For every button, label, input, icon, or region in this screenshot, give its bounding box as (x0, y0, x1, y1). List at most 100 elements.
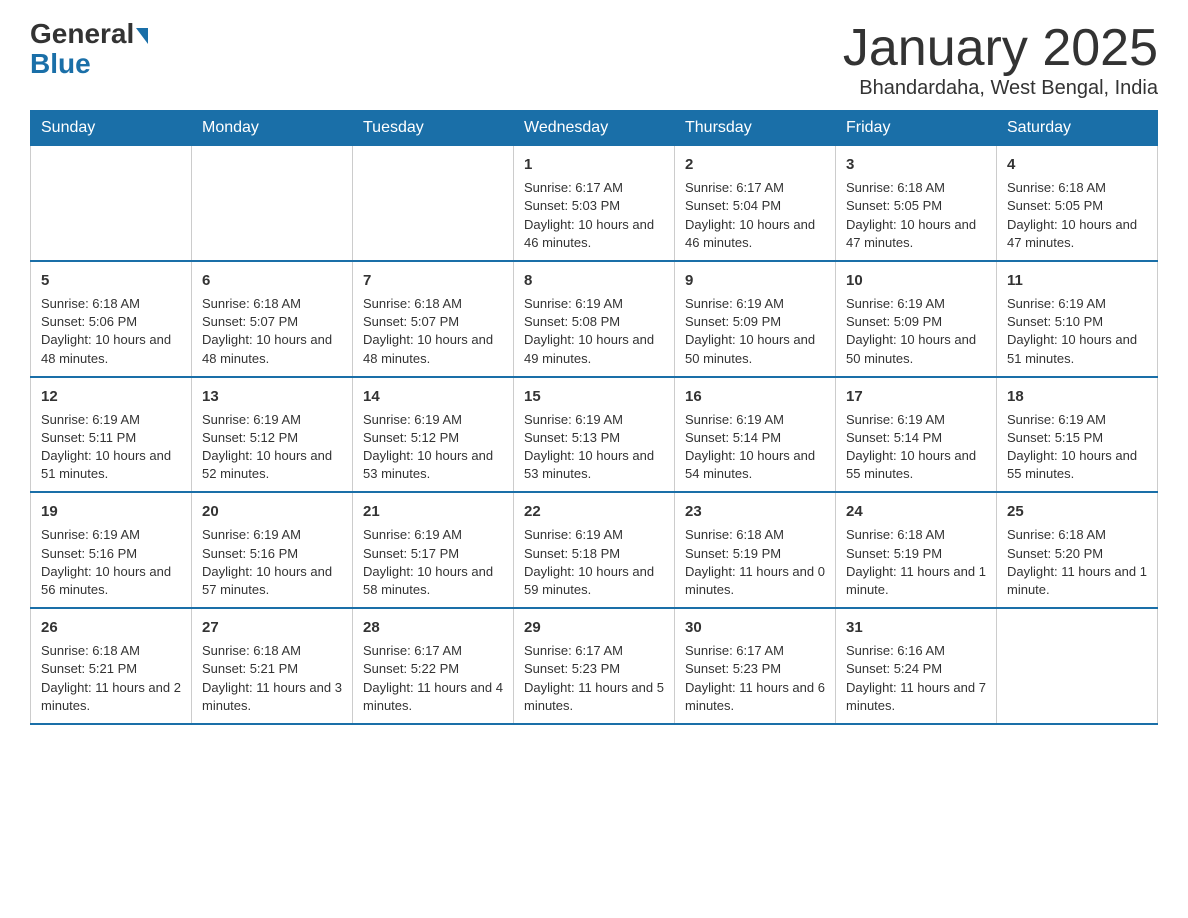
day-number: 20 (202, 501, 342, 522)
col-wednesday: Wednesday (514, 111, 675, 146)
day-number: 14 (363, 386, 503, 407)
day-info: Sunrise: 6:19 AMSunset: 5:14 PMDaylight:… (685, 411, 825, 484)
day-info: Sunrise: 6:19 AMSunset: 5:16 PMDaylight:… (41, 526, 181, 599)
table-row: 8Sunrise: 6:19 AMSunset: 5:08 PMDaylight… (514, 261, 675, 377)
title-section: January 2025 Bhandardaha, West Bengal, I… (843, 20, 1158, 100)
day-info: Sunrise: 6:19 AMSunset: 5:14 PMDaylight:… (846, 411, 986, 484)
table-row: 17 Sunrise: 6:19 AMSunset: 5:14 PMDayligh… (836, 377, 997, 493)
day-number: 26 (41, 617, 181, 638)
calendar-week-row: 19 Sunrise: 6:19 AMSunset: 5:16 PMDayligh… (31, 492, 1158, 608)
table-row: 11Sunrise: 6:19 AMSunset: 5:10 PMDayligh… (997, 261, 1158, 377)
day-number: 25 (1007, 501, 1147, 522)
day-number: 4 (1007, 154, 1147, 175)
day-info: Sunrise: 6:18 AMSunset: 5:20 PMDaylight:… (1007, 526, 1147, 599)
day-info: Sunrise: 6:17 AMSunset: 5:03 PMDaylight:… (524, 179, 664, 252)
table-row: 28 Sunrise: 6:17 AMSunset: 5:22 PMDayligh… (353, 608, 514, 724)
day-number: 13 (202, 386, 342, 407)
day-number: 5 (41, 270, 181, 291)
day-number: 11 (1007, 270, 1147, 291)
location: Bhandardaha, West Bengal, India (843, 77, 1158, 100)
logo-general: General (30, 20, 134, 48)
table-row (997, 608, 1158, 724)
day-number: 31 (846, 617, 986, 638)
day-info: Sunrise: 6:17 AMSunset: 5:22 PMDaylight:… (363, 642, 503, 715)
day-info: Sunrise: 6:19 AMSunset: 5:12 PMDaylight:… (363, 411, 503, 484)
table-row: 22 Sunrise: 6:19 AMSunset: 5:18 PMDayligh… (514, 492, 675, 608)
day-info: Sunrise: 6:18 AMSunset: 5:07 PMDaylight:… (363, 295, 503, 368)
day-number: 10 (846, 270, 986, 291)
day-number: 15 (524, 386, 664, 407)
logo-blue: Blue (30, 48, 91, 79)
page-header: General Blue January 2025 Bhandardaha, W… (30, 20, 1158, 100)
table-row: 16 Sunrise: 6:19 AMSunset: 5:14 PMDayligh… (675, 377, 836, 493)
table-row: 18 Sunrise: 6:19 AMSunset: 5:15 PMDayligh… (997, 377, 1158, 493)
table-row (353, 146, 514, 261)
day-number: 29 (524, 617, 664, 638)
day-number: 6 (202, 270, 342, 291)
day-info: Sunrise: 6:19 AMSunset: 5:16 PMDaylight:… (202, 526, 342, 599)
table-row: 24 Sunrise: 6:18 AMSunset: 5:19 PMDayligh… (836, 492, 997, 608)
day-info: Sunrise: 6:19 AMSunset: 5:09 PMDaylight:… (846, 295, 986, 368)
calendar-header-row: Sunday Monday Tuesday Wednesday Thursday… (31, 111, 1158, 146)
day-info: Sunrise: 6:19 AMSunset: 5:11 PMDaylight:… (41, 411, 181, 484)
col-friday: Friday (836, 111, 997, 146)
table-row: 29 Sunrise: 6:17 AMSunset: 5:23 PMDayligh… (514, 608, 675, 724)
day-info: Sunrise: 6:16 AMSunset: 5:24 PMDaylight:… (846, 642, 986, 715)
col-tuesday: Tuesday (353, 111, 514, 146)
table-row: 3 Sunrise: 6:18 AMSunset: 5:05 PMDaylight… (836, 146, 997, 261)
day-number: 12 (41, 386, 181, 407)
day-number: 1 (524, 154, 664, 175)
day-info: Sunrise: 6:18 AMSunset: 5:21 PMDaylight:… (41, 642, 181, 715)
day-number: 17 (846, 386, 986, 407)
day-info: Sunrise: 6:18 AMSunset: 5:05 PMDaylight:… (846, 179, 986, 252)
logo-arrow-icon (136, 28, 148, 44)
logo: General Blue (30, 20, 148, 80)
table-row: 1 Sunrise: 6:17 AMSunset: 5:03 PMDaylight… (514, 146, 675, 261)
day-info: Sunrise: 6:19 AMSunset: 5:17 PMDaylight:… (363, 526, 503, 599)
day-number: 2 (685, 154, 825, 175)
day-info: Sunrise: 6:18 AMSunset: 5:05 PMDaylight:… (1007, 179, 1147, 252)
day-info: Sunrise: 6:18 AMSunset: 5:07 PMDaylight:… (202, 295, 342, 368)
day-number: 19 (41, 501, 181, 522)
day-info: Sunrise: 6:17 AMSunset: 5:23 PMDaylight:… (524, 642, 664, 715)
table-row (192, 146, 353, 261)
table-row: 4 Sunrise: 6:18 AMSunset: 5:05 PMDaylight… (997, 146, 1158, 261)
table-row: 21 Sunrise: 6:19 AMSunset: 5:17 PMDayligh… (353, 492, 514, 608)
table-row: 10 Sunrise: 6:19 AMSunset: 5:09 PMDayligh… (836, 261, 997, 377)
table-row: 23Sunrise: 6:18 AMSunset: 5:19 PMDayligh… (675, 492, 836, 608)
calendar-week-row: 1 Sunrise: 6:17 AMSunset: 5:03 PMDaylight… (31, 146, 1158, 261)
day-info: Sunrise: 6:19 AMSunset: 5:13 PMDaylight:… (524, 411, 664, 484)
table-row: 7Sunrise: 6:18 AMSunset: 5:07 PMDaylight… (353, 261, 514, 377)
day-number: 9 (685, 270, 825, 291)
col-saturday: Saturday (997, 111, 1158, 146)
day-number: 28 (363, 617, 503, 638)
table-row: 13 Sunrise: 6:19 AMSunset: 5:12 PMDayligh… (192, 377, 353, 493)
table-row: 20 Sunrise: 6:19 AMSunset: 5:16 PMDayligh… (192, 492, 353, 608)
table-row: 27Sunrise: 6:18 AMSunset: 5:21 PMDayligh… (192, 608, 353, 724)
day-number: 30 (685, 617, 825, 638)
table-row: 9Sunrise: 6:19 AMSunset: 5:09 PMDaylight… (675, 261, 836, 377)
day-number: 18 (1007, 386, 1147, 407)
day-number: 24 (846, 501, 986, 522)
day-info: Sunrise: 6:19 AMSunset: 5:15 PMDaylight:… (1007, 411, 1147, 484)
day-info: Sunrise: 6:19 AMSunset: 5:18 PMDaylight:… (524, 526, 664, 599)
col-monday: Monday (192, 111, 353, 146)
day-info: Sunrise: 6:17 AMSunset: 5:23 PMDaylight:… (685, 642, 825, 715)
col-sunday: Sunday (31, 111, 192, 146)
calendar-table: Sunday Monday Tuesday Wednesday Thursday… (30, 110, 1158, 725)
table-row: 25 Sunrise: 6:18 AMSunset: 5:20 PMDayligh… (997, 492, 1158, 608)
table-row: 14 Sunrise: 6:19 AMSunset: 5:12 PMDayligh… (353, 377, 514, 493)
month-title: January 2025 (843, 20, 1158, 77)
day-number: 22 (524, 501, 664, 522)
table-row: 19 Sunrise: 6:19 AMSunset: 5:16 PMDayligh… (31, 492, 192, 608)
day-info: Sunrise: 6:18 AMSunset: 5:19 PMDaylight:… (846, 526, 986, 599)
day-number: 21 (363, 501, 503, 522)
calendar-week-row: 26 Sunrise: 6:18 AMSunset: 5:21 PMDayligh… (31, 608, 1158, 724)
table-row: 6 Sunrise: 6:18 AMSunset: 5:07 PMDaylight… (192, 261, 353, 377)
day-info: Sunrise: 6:18 AMSunset: 5:06 PMDaylight:… (41, 295, 181, 368)
table-row: 5 Sunrise: 6:18 AMSunset: 5:06 PMDaylight… (31, 261, 192, 377)
day-info: Sunrise: 6:19 AMSunset: 5:12 PMDaylight:… (202, 411, 342, 484)
day-info: Sunrise: 6:18 AMSunset: 5:19 PMDaylight:… (685, 526, 825, 599)
day-number: 16 (685, 386, 825, 407)
day-number: 3 (846, 154, 986, 175)
